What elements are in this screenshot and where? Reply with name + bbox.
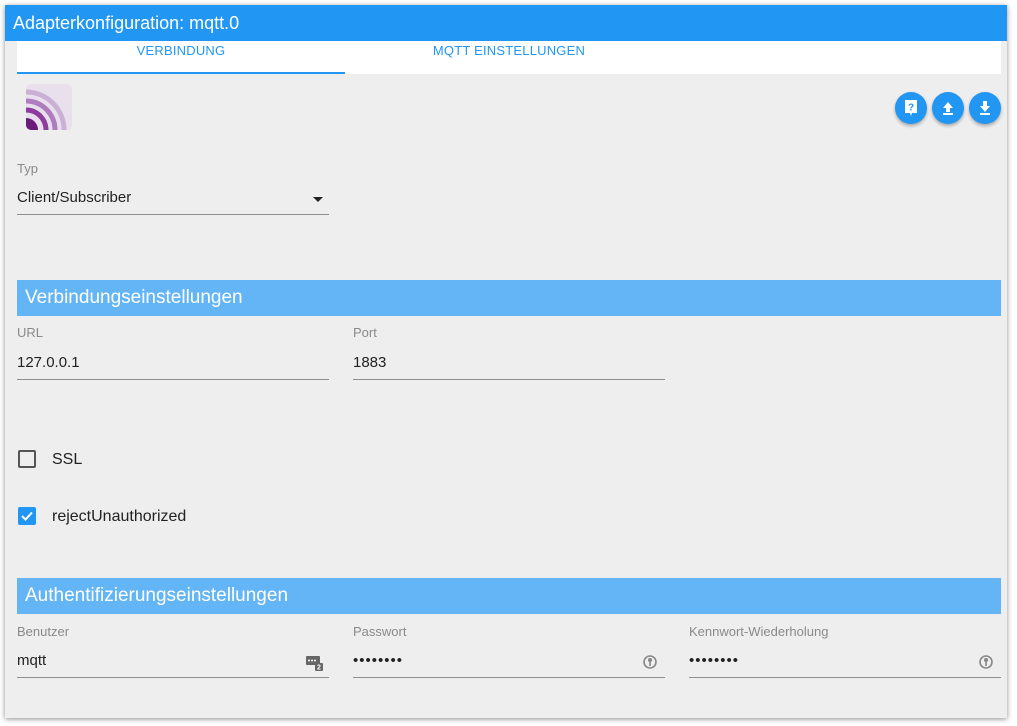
upload-config-button[interactable] (932, 92, 964, 124)
auth-settings-header: Authentifizierungseinstellungen (17, 578, 1001, 614)
ssl-label: SSL (52, 451, 83, 468)
port-input[interactable]: 1883 (353, 349, 665, 380)
adapter-config-dialog: Adapterkonfiguration: mqtt.0 VERBINDUNG … (5, 5, 1007, 718)
password-input[interactable]: •••••••• (353, 647, 665, 678)
svg-text:?: ? (908, 103, 914, 114)
type-select[interactable]: Client/Subscriber (17, 184, 329, 215)
password-key-icon[interactable] (641, 653, 659, 671)
reject-unauthorized-checkbox[interactable] (18, 507, 36, 525)
password-value: •••••••• (353, 652, 404, 669)
mqtt-adapter-logo (26, 84, 72, 130)
type-value: Client/Subscriber (17, 189, 132, 206)
dropdown-arrow-icon (313, 197, 323, 202)
help-button[interactable]: ? (895, 92, 927, 124)
url-value: 127.0.0.1 (17, 354, 80, 371)
url-label: URL (17, 325, 44, 340)
password-key-icon[interactable] (977, 653, 995, 671)
port-value: 1883 (353, 354, 387, 371)
tab-bar: VERBINDUNG MQTT EINSTELLUNGEN (17, 41, 1001, 74)
tab-verbindung[interactable]: VERBINDUNG (17, 41, 345, 74)
user-label: Benutzer (17, 624, 70, 639)
help-book-icon: ? (905, 100, 917, 116)
type-label: Typ (17, 161, 38, 176)
upload-icon (943, 102, 953, 115)
url-input[interactable]: 127.0.0.1 (17, 349, 329, 380)
user-value: mqtt (17, 652, 47, 669)
password-repeat-input[interactable]: •••••••• (689, 647, 1001, 678)
password-repeat-value: •••••••• (689, 652, 740, 669)
checkmark-icon (21, 511, 33, 521)
download-config-button[interactable] (969, 92, 1001, 124)
password-repeat-label: Kennwort-Wiederholung (689, 624, 829, 639)
ssl-checkbox[interactable] (18, 450, 36, 468)
password-manager-icon[interactable]: 2 (305, 653, 323, 671)
port-label: Port (353, 325, 377, 340)
download-icon (980, 101, 990, 115)
connection-settings-header: Verbindungseinstellungen (17, 280, 1001, 316)
dialog-title: Adapterkonfiguration: mqtt.0 (5, 5, 1007, 41)
svg-text:2: 2 (317, 665, 321, 672)
reject-unauthorized-label: rejectUnauthorized (52, 508, 187, 525)
user-input[interactable]: mqtt 2 (17, 647, 329, 678)
password-label: Passwort (353, 624, 407, 639)
tab-mqtt-einstellungen[interactable]: MQTT EINSTELLUNGEN (345, 41, 673, 74)
